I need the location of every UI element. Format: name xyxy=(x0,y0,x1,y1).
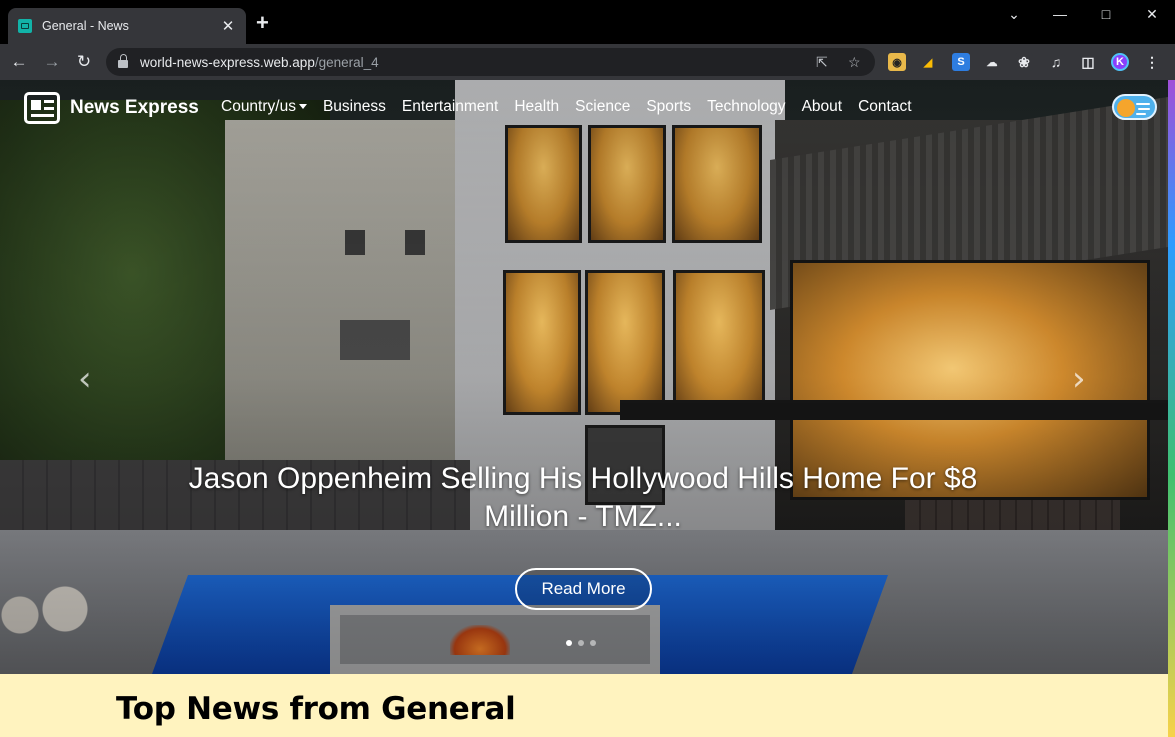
carousel-indicator-dot[interactable] xyxy=(590,640,596,646)
carousel-next-icon[interactable]: › xyxy=(1072,362,1086,396)
browser-tab[interactable]: General - News ✕ xyxy=(8,8,246,44)
brand-name: News Express xyxy=(70,97,199,118)
newspaper-icon xyxy=(24,92,60,124)
url-host: world-news-express.web.app xyxy=(140,54,315,70)
close-tab-icon[interactable]: ✕ xyxy=(220,17,236,35)
hero-carousel: News Express Country/us Business Enterta… xyxy=(0,80,1168,674)
close-window-icon[interactable]: ✕ xyxy=(1129,6,1175,23)
theme-toggle[interactable] xyxy=(1112,94,1157,120)
lock-icon xyxy=(118,53,128,68)
browser-titlebar: General - News ✕ + ⌄ — □ ✕ xyxy=(0,0,1175,44)
brand-logo-link[interactable]: News Express xyxy=(24,92,199,124)
forward-arrow-icon[interactable]: → xyxy=(41,52,63,72)
extension-cloud-icon[interactable]: ☁ xyxy=(983,53,1001,71)
carousel-indicator-dot[interactable] xyxy=(566,640,572,646)
side-panel-icon[interactable]: ◫ xyxy=(1079,53,1097,71)
reload-icon[interactable]: ↻ xyxy=(73,52,95,72)
extension-tag-icon[interactable]: ◢ xyxy=(919,53,937,71)
puzzle-extensions-icon[interactable]: ❀ xyxy=(1015,53,1033,71)
carousel-prev-icon[interactable]: ‹ xyxy=(78,362,92,396)
nav-entertainment[interactable]: Entertainment xyxy=(402,98,499,116)
extension-cat-icon[interactable]: ◉ xyxy=(888,53,906,71)
new-tab-button[interactable]: + xyxy=(256,12,269,34)
back-arrow-icon[interactable]: ← xyxy=(8,52,30,72)
nav-sports[interactable]: Sports xyxy=(646,98,691,116)
nav-technology[interactable]: Technology xyxy=(707,98,785,116)
newspaper-favicon-icon xyxy=(18,19,32,33)
carousel-indicators xyxy=(566,640,602,646)
section-title: Top News from General xyxy=(116,691,516,727)
nav-links: Country/us Business Entertainment Health… xyxy=(221,98,928,116)
site-navbar: News Express Country/us Business Enterta… xyxy=(0,80,1168,136)
extension-s-icon[interactable]: S xyxy=(952,53,970,71)
nav-science[interactable]: Science xyxy=(575,98,630,116)
tab-title: General - News xyxy=(42,19,129,33)
carousel-indicator-dot[interactable] xyxy=(578,640,584,646)
nav-country-dropdown[interactable]: Country/us xyxy=(221,98,307,116)
url-path: /general_4 xyxy=(314,54,379,70)
nav-about[interactable]: About xyxy=(802,98,843,116)
media-queue-icon[interactable]: ♫ xyxy=(1047,53,1065,71)
chevron-down-icon[interactable]: ⌄ xyxy=(991,6,1037,23)
minimize-icon[interactable]: — xyxy=(1037,6,1083,22)
browser-toolbar: ← → ↻ world-news-express.web.app/general… xyxy=(0,44,1175,80)
nav-contact[interactable]: Contact xyxy=(858,98,911,116)
scrollbar[interactable] xyxy=(1168,80,1175,737)
star-bookmark-icon[interactable]: ☆ xyxy=(848,54,861,71)
carousel-caption: Jason Oppenheim Selling His Hollywood Hi… xyxy=(188,462,978,533)
address-bar[interactable]: world-news-express.web.app/general_4 ⇱ ☆ xyxy=(106,48,875,76)
profile-avatar-icon[interactable]: K xyxy=(1111,53,1129,71)
nav-health[interactable]: Health xyxy=(514,98,559,116)
nav-business[interactable]: Business xyxy=(323,98,386,116)
nav-country-label: Country/us xyxy=(221,98,296,115)
share-icon[interactable]: ⇱ xyxy=(816,54,828,71)
caret-down-icon xyxy=(298,104,307,110)
read-more-button[interactable]: Read More xyxy=(515,568,652,610)
maximize-icon[interactable]: □ xyxy=(1083,6,1129,22)
web-page: News Express Country/us Business Enterta… xyxy=(0,80,1175,737)
kebab-menu-icon[interactable]: ⋮ xyxy=(1143,53,1161,71)
sun-icon xyxy=(1117,99,1135,117)
